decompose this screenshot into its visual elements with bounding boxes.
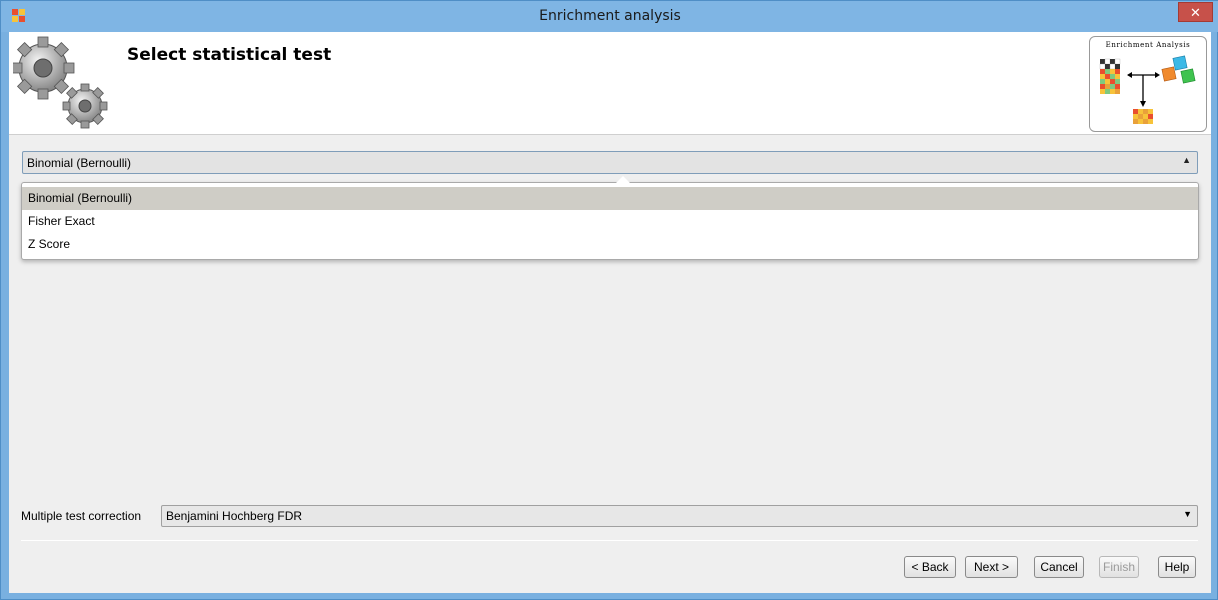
option-fisher-exact[interactable]: Fisher Exact bbox=[22, 210, 1198, 233]
help-button[interactable]: Help bbox=[1158, 556, 1196, 578]
divider bbox=[21, 540, 1198, 541]
close-button[interactable]: ✕ bbox=[1178, 2, 1213, 22]
cancel-button[interactable]: Cancel bbox=[1034, 556, 1084, 578]
chevron-down-icon[interactable]: ▼ bbox=[1183, 509, 1192, 519]
statistical-test-dropdown: Binomial (Bernoulli) Fisher Exact Z Scor… bbox=[21, 176, 1199, 260]
dropdown-pointer bbox=[616, 176, 630, 183]
correction-label: Multiple test correction bbox=[21, 509, 142, 523]
back-button[interactable]: < Back bbox=[904, 556, 956, 578]
option-z-score[interactable]: Z Score bbox=[22, 233, 1198, 256]
correction-value: Benjamini Hochberg FDR bbox=[166, 509, 303, 523]
statistical-test-value: Binomial (Bernoulli) bbox=[27, 156, 132, 170]
enrichment-diagram-icon bbox=[1099, 55, 1196, 124]
wizard-content: Select statistical test Enrichment Analy… bbox=[9, 32, 1211, 593]
finish-button[interactable]: Finish bbox=[1099, 556, 1139, 578]
enrichment-logo: Enrichment Analysis bbox=[1089, 36, 1207, 132]
statistical-test-select[interactable]: Binomial (Bernoulli) ▲ bbox=[22, 151, 1198, 174]
wizard-header: Select statistical test Enrichment Analy… bbox=[9, 32, 1211, 135]
correction-select[interactable]: Benjamini Hochberg FDR ▼ bbox=[161, 505, 1198, 527]
page-title: Select statistical test bbox=[127, 45, 332, 65]
gears-icon bbox=[13, 36, 108, 129]
window: Enrichment analysis ✕ Select statistical… bbox=[0, 0, 1218, 600]
title-bar[interactable]: Enrichment analysis ✕ bbox=[1, 1, 1218, 32]
chevron-up-icon[interactable]: ▲ bbox=[1182, 155, 1191, 165]
option-binomial[interactable]: Binomial (Bernoulli) bbox=[22, 187, 1198, 210]
next-button[interactable]: Next > bbox=[965, 556, 1018, 578]
window-title: Enrichment analysis bbox=[539, 8, 681, 24]
